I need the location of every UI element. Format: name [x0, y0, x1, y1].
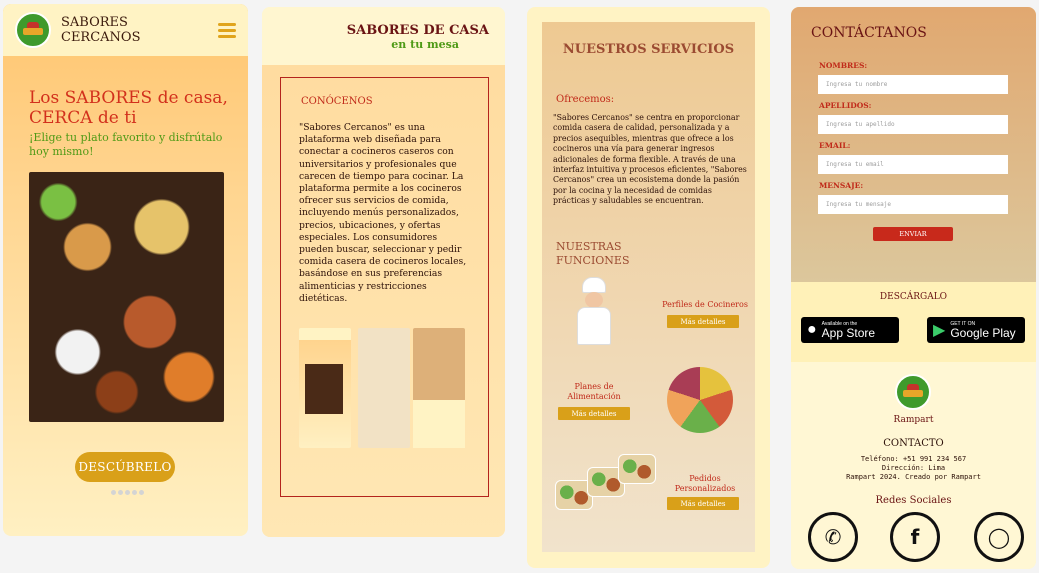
contact-heading: CONTACTO	[883, 438, 944, 449]
carousel-dots[interactable]	[111, 490, 144, 495]
preview-thumbnail-contact	[413, 328, 465, 448]
chef-image	[574, 277, 614, 347]
discover-button[interactable]: DESCÚBRELO	[75, 452, 175, 482]
phone-text: Teléfono: +51 991 234 567	[860, 455, 967, 463]
plans-details-button[interactable]: Más detalles	[558, 407, 630, 420]
social-title: Redes Sociales	[875, 495, 952, 506]
instagram-icon[interactable]: ◯	[974, 512, 1024, 562]
about-header: SABORES DE CASA en tu mesa	[262, 7, 505, 65]
hamburger-icon[interactable]	[218, 20, 236, 41]
company-name: Rampart	[893, 415, 934, 425]
page-title: SABORES DE CASA	[346, 23, 489, 38]
offer-text: "Sabores Cercanos" se centra en proporci…	[553, 113, 747, 206]
contact-screen: CONTÁCTANOS NOMBRES: Ingresa tu nombre A…	[791, 7, 1036, 569]
about-section-title: CONÓCENOS	[301, 96, 373, 107]
download-title: DESCÁRGALO	[879, 292, 948, 302]
google-play-icon: ▶	[933, 322, 946, 339]
home-screen: SABORES CERCANOS Los SABORES de casa, CE…	[3, 4, 248, 536]
logo-icon[interactable]	[15, 12, 51, 48]
orders-details-button[interactable]: Más detalles	[667, 497, 739, 510]
services-panel: NUESTROS SERVICIOS Ofrecemos: "Sabores C…	[542, 22, 755, 552]
whatsapp-icon[interactable]: ✆	[808, 512, 858, 562]
surnames-input[interactable]: Ingresa tu apellido	[818, 115, 1008, 134]
message-label: MENSAJE:	[819, 181, 864, 190]
apple-icon: ●	[807, 321, 817, 338]
email-input[interactable]: Ingresa tu email	[818, 155, 1008, 174]
credits-text: Rampart 2024. Creado por Rampart	[846, 473, 981, 481]
surnames-label: APELLIDOS:	[819, 101, 872, 110]
feature-title-cooks: Perfiles de Cocineros	[662, 300, 748, 309]
feature-title-plans: Planes de Alimentación	[567, 382, 621, 401]
brand-line-2: CERCANOS	[61, 30, 141, 45]
salad-plate-image	[667, 367, 733, 433]
page-tagline: en tu mesa	[391, 38, 459, 51]
facebook-icon[interactable]: f	[890, 512, 940, 562]
google-play-button[interactable]: ▶ GET IT ON Google Play	[927, 317, 1025, 343]
about-body: CONÓCENOS "Sabores Cercanos" es una plat…	[262, 65, 505, 537]
mockup-stage: SABORES CERCANOS Los SABORES de casa, CE…	[0, 0, 1039, 573]
preview-thumbnail-services	[358, 328, 410, 448]
functions-title: NUESTRAS FUNCIONES	[556, 240, 630, 267]
meal-box-image	[618, 454, 656, 484]
about-screen: SABORES DE CASA en tu mesa CONÓCENOS "Sa…	[262, 7, 505, 537]
hero-title: Los SABORES de casa, CERCA de ti	[29, 88, 228, 128]
names-label: NOMBRES:	[819, 61, 868, 70]
footer-logo-icon	[895, 374, 931, 410]
services-title: NUESTROS SERVICIOS	[562, 42, 735, 57]
about-frame: CONÓCENOS "Sabores Cercanos" es una plat…	[280, 77, 489, 497]
names-input[interactable]: Ingresa tu nombre	[818, 75, 1008, 94]
send-button[interactable]: ENVIAR	[873, 227, 953, 241]
top-bar: SABORES CERCANOS	[3, 4, 248, 56]
services-screen: NUESTROS SERVICIOS Ofrecemos: "Sabores C…	[527, 7, 770, 568]
feature-title-orders: Pedidos Personalizados	[674, 474, 736, 493]
preview-thumbnail-home	[299, 328, 351, 448]
food-image	[29, 172, 224, 422]
message-input[interactable]: Ingresa tu mensaje	[818, 195, 1008, 214]
brand-line-1: SABORES	[61, 15, 128, 30]
cooks-details-button[interactable]: Más detalles	[667, 315, 739, 328]
google-play-large-text: Google Play	[950, 325, 1016, 340]
app-store-large-text: App Store	[821, 325, 876, 340]
brand-name: SABORES CERCANOS	[61, 15, 141, 45]
email-label: EMAIL:	[819, 141, 851, 150]
download-section: DESCÁRGALO ● Available on the App Store ▶…	[791, 282, 1036, 362]
contact-form: CONTÁCTANOS NOMBRES: Ingresa tu nombre A…	[791, 7, 1036, 282]
hero-subtitle: ¡Elige tu plato favorito y disfrútalo ho…	[29, 131, 223, 158]
app-store-button[interactable]: ● Available on the App Store	[801, 317, 899, 343]
footer: Rampart CONTACTO Teléfono: +51 991 234 5…	[791, 362, 1036, 569]
contact-title: CONTÁCTANOS	[811, 25, 927, 41]
address-text: Dirección: Lima	[881, 464, 946, 472]
offer-title: Ofrecemos:	[556, 94, 615, 105]
about-text: "Sabores Cercanos" es una plataforma web…	[299, 122, 467, 304]
